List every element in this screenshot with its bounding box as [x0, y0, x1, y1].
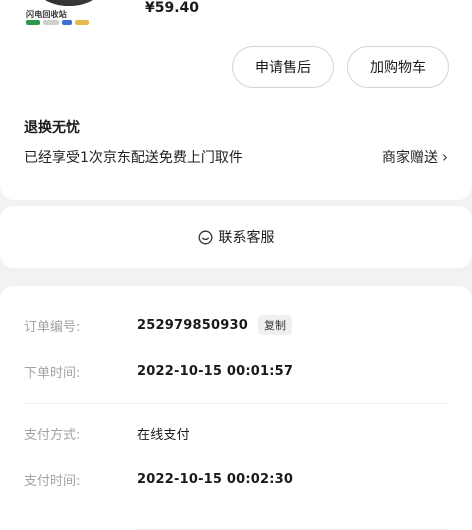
product-image [34, 0, 104, 6]
merchant-gift-label: 商家赠送 [382, 150, 438, 166]
section-divider [24, 403, 448, 404]
return-policy-description: 已经享受1次京东配送免费上门取件 [24, 150, 243, 166]
product-price: ¥59.40 [145, 0, 200, 16]
return-policy-title: 退换无忧 [24, 120, 80, 136]
payment-method-value: 在线支付 [137, 427, 190, 443]
order-created-value: 2022-10-15 00:01:57 [137, 363, 294, 379]
payment-method-label: 支付方式: [24, 427, 81, 443]
after-sale-button[interactable]: 申请售后 [232, 46, 334, 88]
order-number-row: 订单编号: 252979850930 复制 [24, 314, 292, 336]
order-created-row: 下单时间: 2022-10-15 00:01:57 [24, 360, 293, 382]
thumbnail-brand-text: 闪电回收站 [26, 10, 67, 19]
contact-service-button[interactable]: 联系客服 [0, 206, 472, 268]
product-thumbnail[interactable]: 闪电回收站 [22, 0, 112, 30]
payment-time-value: 2022-10-15 00:02:30 [137, 471, 294, 487]
contact-service-label: 联系客服 [218, 230, 275, 246]
chevron-right-icon: › [442, 148, 448, 166]
chat-bubble-icon [198, 230, 213, 245]
add-to-cart-button[interactable]: 加购物车 [347, 46, 449, 88]
payment-time-label: 支付时间: [24, 473, 81, 489]
order-number-label: 订单编号: [24, 319, 81, 335]
order-number-value: 252979850930 [137, 317, 248, 333]
merchant-gift-link[interactable]: 商家赠送 › [382, 147, 448, 167]
order-info-card: 订单编号: 252979850930 复制 下单时间: 2022-10-15 0… [0, 286, 472, 530]
copy-order-number-button[interactable]: 复制 [257, 315, 292, 335]
product-card: 闪电回收站 ¥59.40 申请售后 加购物车 退换无忧 已经享受1次京东配送免费… [0, 0, 472, 200]
thumbnail-tags [26, 20, 106, 26]
payment-time-row: 支付时间: 2022-10-15 00:02:30 [24, 468, 293, 490]
payment-method-row: 支付方式: 在线支付 [24, 422, 190, 444]
order-created-label: 下单时间: [24, 365, 81, 381]
